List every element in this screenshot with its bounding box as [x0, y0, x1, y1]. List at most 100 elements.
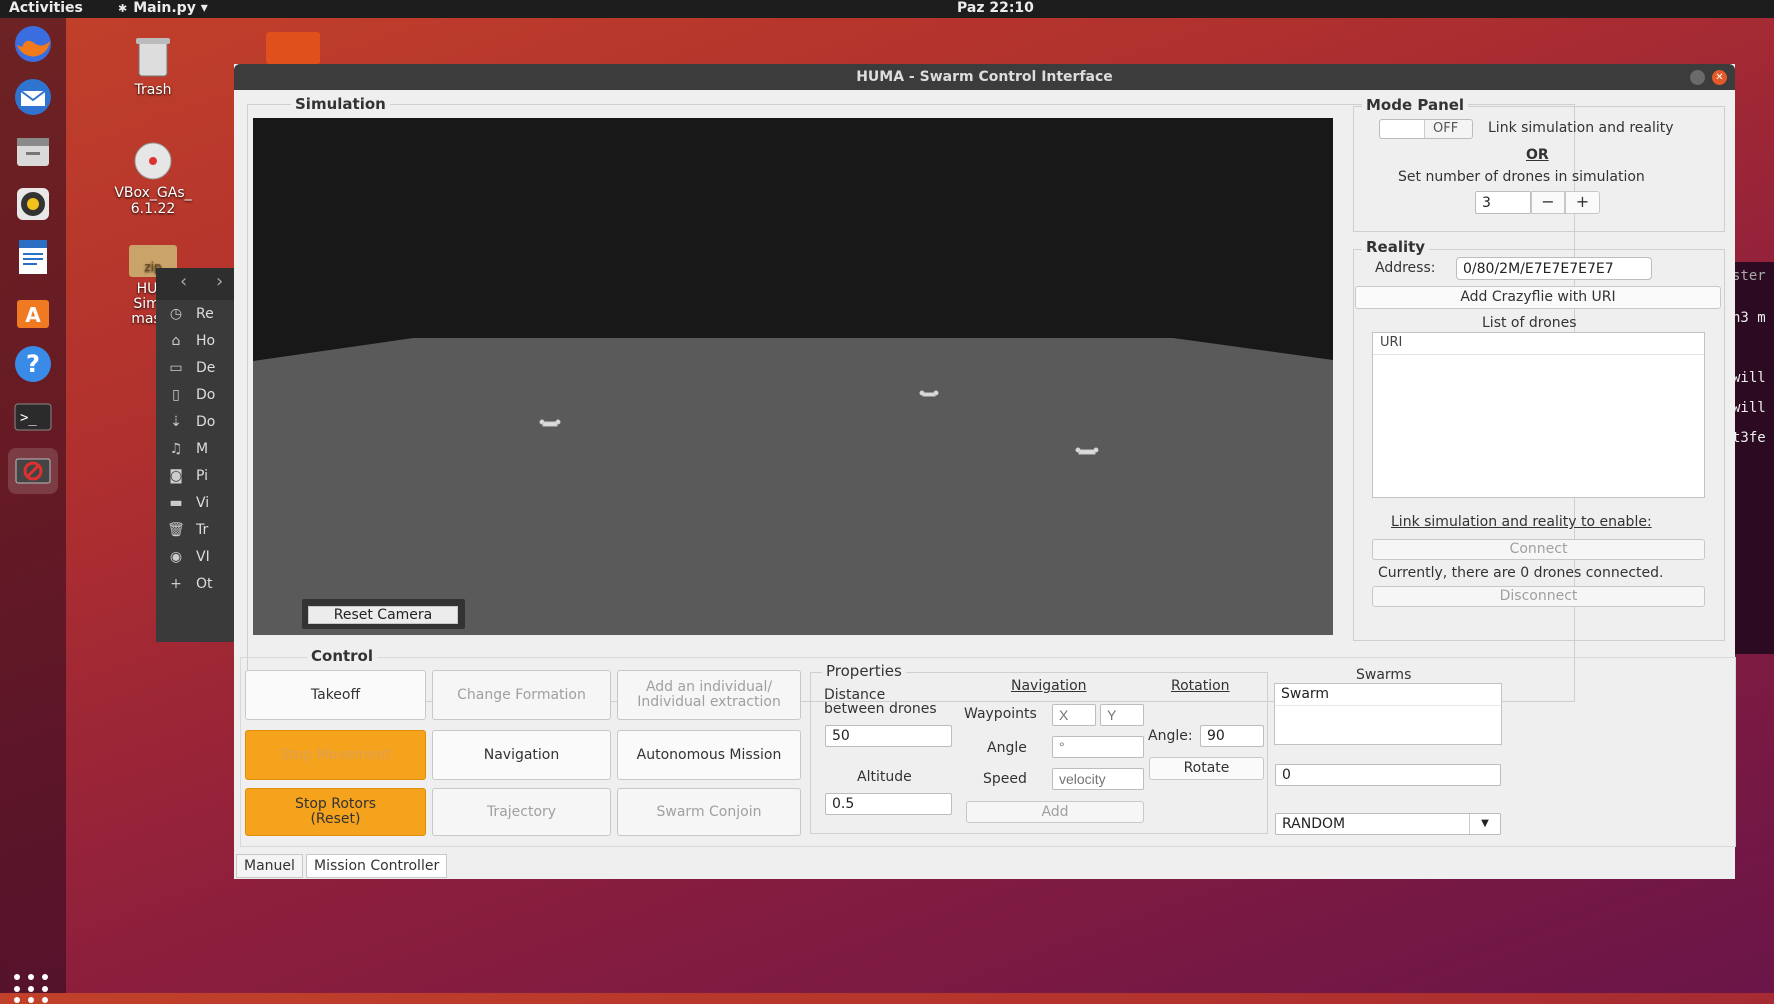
files-sidebar-item[interactable]: ▭ De — [156, 354, 236, 381]
disconnect-button[interactable]: Disconnect — [1372, 586, 1705, 607]
files-sidebar-item[interactable]: ◙ Pi — [156, 462, 236, 489]
svg-text:A: A — [25, 303, 41, 327]
tab-mission-controller[interactable]: Mission Controller — [306, 854, 448, 878]
sidebar-item-label: Vi — [196, 494, 210, 511]
add-waypoint-button[interactable]: Add — [966, 801, 1144, 823]
app-menu[interactable]: ✱ Main.py ▾ — [118, 0, 208, 16]
files-sidebar-item[interactable]: ⇣ Do — [156, 408, 236, 435]
firefox-icon[interactable] — [8, 21, 58, 67]
sidebar-item-label: Ho — [196, 332, 216, 349]
clock[interactable]: Paz 22:10 — [957, 0, 1034, 16]
angle-label: Angle — [987, 740, 1027, 756]
swarm-mode-select[interactable]: RANDOM ▼ — [1275, 813, 1501, 835]
back-icon[interactable]: ‹ — [180, 271, 187, 292]
files-sidebar-item[interactable]: + Ot — [156, 570, 236, 597]
reality-label: Reality — [1362, 238, 1430, 256]
waypoint-y-input[interactable] — [1100, 704, 1144, 726]
angle-input[interactable] — [1052, 736, 1144, 758]
drone-list[interactable]: URI — [1372, 332, 1705, 498]
stop-rotors-button[interactable]: Stop Rotors (Reset) — [245, 788, 426, 836]
altitude-input[interactable]: 0.5 — [825, 793, 952, 815]
list-of-drones-title: List of drones — [1482, 315, 1577, 331]
desktop-trash-label: Trash — [134, 82, 172, 98]
takeoff-button[interactable]: Takeoff — [245, 670, 426, 720]
drone-count-input[interactable]: 3 — [1475, 191, 1531, 214]
files-sidebar-item[interactable]: ♫ M — [156, 435, 236, 462]
add-individual-button[interactable]: Add an individual/ Individual extraction — [617, 670, 801, 720]
rotation-angle-input[interactable]: 90 — [1200, 725, 1264, 747]
files-sidebar-item[interactable]: ▬ Vi — [156, 489, 236, 516]
distance-input[interactable]: 50 — [825, 725, 952, 747]
terminal-line: n3 m — [1732, 310, 1766, 326]
sidebar-item-label: Tr — [196, 521, 209, 538]
files-sidebar-item[interactable]: 🗑 Tr — [156, 516, 236, 543]
files-sidebar-item[interactable]: ⌂ Ho — [156, 327, 236, 354]
files-icon[interactable] — [8, 128, 58, 174]
rhythmbox-icon[interactable] — [8, 181, 58, 227]
swarm-conjoin-button[interactable]: Swarm Conjoin — [617, 788, 801, 836]
sidebar-item-icon: ▯ — [172, 386, 180, 403]
tab-manuel[interactable]: Manuel — [236, 854, 303, 878]
waypoint-x-input[interactable] — [1052, 704, 1096, 726]
link-toggle[interactable]: OFF — [1379, 119, 1473, 139]
waypoints-label: Waypoints — [964, 706, 1037, 722]
minimize-icon[interactable] — [1690, 70, 1705, 85]
altitude-label: Altitude — [857, 769, 912, 785]
files-sidebar-item[interactable]: ◉ VI — [156, 543, 236, 570]
swarm-list-item[interactable]: Swarm — [1275, 684, 1501, 706]
swarm-mode-value: RANDOM — [1282, 816, 1346, 832]
sidebar-item-icon: ⇣ — [170, 413, 182, 430]
app-menu-label: Main.py ▾ — [133, 0, 208, 16]
files-window: ‹ › ◷ Re ⌂ Ho ▭ De ▯ Do ⇣ Do ♫ M ◙ Pi ▬ Vi 🗑 Tr ◉ VI + Ot — [156, 268, 236, 642]
sidebar-item-label: Do — [196, 413, 216, 430]
increment-button[interactable]: + — [1565, 191, 1600, 214]
files-sidebar-item[interactable]: ◷ Re — [156, 300, 236, 327]
sidebar-item-label: De — [196, 359, 216, 376]
trajectory-button[interactable]: Trajectory — [432, 788, 611, 836]
swarm-number-input[interactable]: 0 — [1275, 764, 1501, 786]
control-label: Control — [307, 647, 378, 665]
sidebar-item-label: M — [196, 440, 209, 457]
address-input[interactable]: 0/80/2M/E7E7E7E7E7 — [1456, 257, 1652, 280]
help-icon[interactable]: ? — [8, 341, 58, 387]
terminal-line: will — [1732, 400, 1766, 416]
files-sidebar-item[interactable]: ▯ Do — [156, 381, 236, 408]
disc-icon — [134, 142, 172, 180]
running-app-icon[interactable] — [8, 448, 58, 494]
swarm-list[interactable]: Swarm — [1274, 683, 1502, 745]
close-icon[interactable]: ✕ — [1712, 70, 1727, 85]
chevron-down-icon[interactable]: ▼ — [1469, 814, 1500, 834]
software-center-icon[interactable]: A — [8, 288, 58, 334]
toggle-knob — [1380, 120, 1425, 138]
or-text: OR — [1526, 147, 1549, 163]
rotation-angle-label: Angle: — [1148, 728, 1193, 744]
desktop-trash[interactable]: Trash — [103, 34, 203, 98]
writer-icon[interactable] — [8, 234, 58, 280]
window-titlebar: HUMA - Swarm Control Interface ✕ — [234, 64, 1735, 90]
sidebar-item-icon: ◙ — [169, 467, 183, 484]
forward-icon[interactable]: › — [216, 271, 223, 292]
link-text: Link simulation and reality — [1488, 120, 1674, 136]
decrement-button[interactable]: − — [1531, 191, 1565, 214]
simulation-viewport[interactable]: Reset Camera — [253, 118, 1333, 635]
drone-list-header[interactable]: URI — [1373, 333, 1704, 355]
activities-button[interactable]: Activities — [9, 0, 83, 16]
link-enable-text: Link simulation and reality to enable: — [1391, 514, 1652, 530]
sidebar-item-icon: + — [170, 575, 182, 592]
stop-movement-button[interactable]: Stop Movement — [245, 730, 426, 780]
thunderbird-icon[interactable] — [8, 74, 58, 120]
autonomous-mission-button[interactable]: Autonomous Mission — [617, 730, 801, 780]
change-formation-button[interactable]: Change Formation — [432, 670, 611, 720]
desktop-vbox[interactable]: VBox_GAs_ 6.1.22 — [103, 125, 203, 233]
reset-camera-button[interactable]: Reset Camera — [308, 606, 458, 624]
navigation-button[interactable]: Navigation — [432, 730, 611, 780]
desktop-folder-icon[interactable] — [266, 32, 320, 64]
terminal-icon[interactable]: >_ — [8, 394, 58, 440]
distance-label: Distance between drones — [824, 687, 937, 717]
connect-button[interactable]: Connect — [1372, 539, 1705, 560]
sidebar-item-icon: 🗑 — [167, 521, 185, 538]
rotate-button[interactable]: Rotate — [1149, 757, 1264, 780]
show-applications-icon[interactable] — [14, 974, 54, 1004]
add-crazyflie-button[interactable]: Add Crazyflie with URI — [1355, 286, 1721, 309]
speed-input[interactable] — [1052, 768, 1144, 790]
